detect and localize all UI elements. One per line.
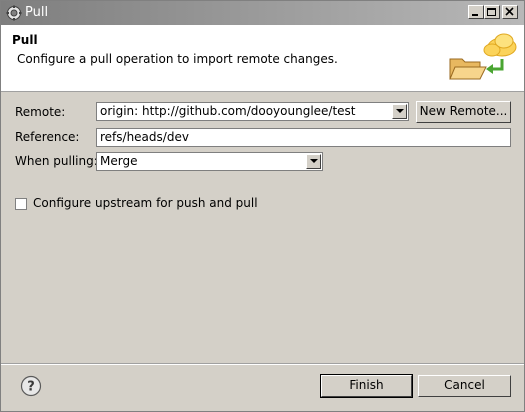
remote-select[interactable]: origin: http://github.com/dooyounglee/te…: [96, 102, 409, 121]
cancel-button[interactable]: Cancel: [418, 375, 511, 397]
pull-folder-cloud-icon: [449, 33, 517, 80]
new-remote-button[interactable]: New Remote...: [416, 101, 511, 123]
chevron-down-icon: [396, 109, 404, 113]
remote-value: origin: http://github.com/dooyounglee/te…: [100, 104, 356, 118]
svg-text:?: ?: [27, 380, 35, 395]
when-pulling-label: When pulling:: [15, 154, 98, 168]
reference-field[interactable]: refs/heads/dev: [96, 128, 511, 147]
page-title: Pull: [12, 33, 38, 47]
maximize-icon: [487, 8, 496, 16]
pull-dialog: Pull Pull Configure a pull operation to …: [0, 0, 525, 412]
window-title: Pull: [25, 5, 49, 20]
minimize-button[interactable]: [468, 5, 484, 19]
upstream-checkbox-label[interactable]: Configure upstream for push and pull: [33, 196, 258, 210]
close-icon: [505, 7, 514, 16]
chevron-down-icon: [310, 159, 318, 163]
close-button[interactable]: [502, 5, 518, 19]
dialog-header: Pull Configure a pull operation to impor…: [1, 25, 524, 92]
title-bar[interactable]: Pull: [1, 1, 524, 25]
remote-label: Remote:: [15, 105, 66, 119]
reference-label: Reference:: [15, 130, 80, 144]
help-icon[interactable]: ?: [20, 375, 42, 397]
when-pulling-select[interactable]: Merge: [96, 152, 323, 171]
footer-separator: [1, 363, 524, 365]
remote-dropdown-button[interactable]: [392, 104, 407, 119]
page-description: Configure a pull operation to import rem…: [17, 52, 338, 66]
maximize-button[interactable]: [484, 5, 500, 19]
reference-value: refs/heads/dev: [100, 130, 189, 144]
upstream-checkbox[interactable]: [15, 198, 27, 210]
finish-button[interactable]: Finish: [320, 374, 413, 398]
minimize-icon: [472, 14, 478, 16]
gear-icon: [6, 5, 22, 21]
when-pulling-dropdown-button[interactable]: [306, 154, 321, 169]
when-pulling-value: Merge: [100, 154, 138, 168]
